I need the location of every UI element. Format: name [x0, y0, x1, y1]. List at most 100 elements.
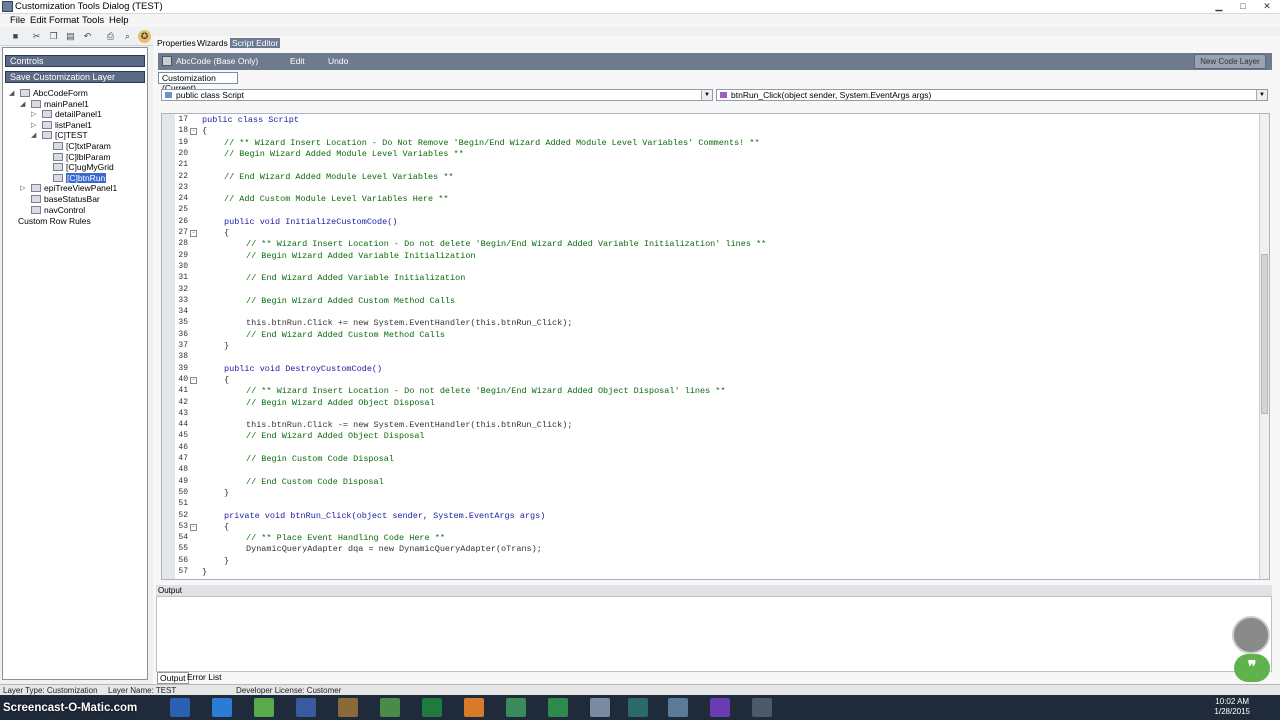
code-line[interactable]: // Begin Wizard Added Object Disposal — [246, 398, 435, 409]
tree-item[interactable]: baseStatusBar — [31, 194, 100, 205]
code-line[interactable]: // ** Wizard Insert Location - Do not de… — [246, 386, 725, 397]
taskbar-app-icon[interactable] — [380, 698, 400, 717]
code-line[interactable]: this.btnRun.Click -= new System.EventHan… — [246, 420, 572, 431]
menu-file[interactable]: File — [10, 15, 25, 26]
collapse-icon[interactable]: - — [190, 128, 197, 136]
taskbar-app-icon[interactable] — [506, 698, 526, 717]
code-line[interactable]: } — [224, 341, 229, 352]
chevron-down-icon[interactable]: ▼ — [1256, 90, 1267, 100]
code-line[interactable]: } — [224, 488, 229, 499]
close-icon[interactable]: ✕ — [1256, 1, 1278, 12]
expand-arrow-icon[interactable]: ▷ — [20, 183, 25, 194]
expand-arrow-icon[interactable]: ◢ — [20, 99, 25, 110]
code-line[interactable]: public void DestroyCustomCode() — [224, 364, 382, 375]
menu-tools[interactable]: Tools — [82, 15, 104, 26]
undo-button[interactable]: Undo — [328, 55, 348, 68]
expand-arrow-icon[interactable]: ▷ — [31, 120, 36, 131]
code-line[interactable]: public class Script — [202, 115, 299, 126]
taskbar-visual-studio-icon[interactable] — [710, 698, 730, 717]
panel-subheader[interactable]: Save Customization Layer — [5, 71, 145, 83]
tab-error-list[interactable]: Error List — [187, 672, 221, 682]
tree-item[interactable]: ◢ mainPanel1 — [20, 99, 89, 110]
code-line[interactable]: // End Wizard Added Custom Method Calls — [246, 330, 445, 341]
cut-icon[interactable]: ✂ — [30, 30, 43, 43]
tab-wizards[interactable]: Wizards — [197, 38, 228, 48]
tree-item-custom-row-rules[interactable]: Custom Row Rules — [18, 216, 91, 227]
taskbar-app-icon[interactable] — [548, 698, 568, 717]
customization-current-tab[interactable]: Customization (Current) — [158, 72, 238, 93]
minimize-icon[interactable]: ▁ — [1208, 1, 1230, 12]
code-line[interactable]: // Begin Custom Code Disposal — [246, 454, 394, 465]
tab-script-editor[interactable]: Script Editor — [230, 38, 281, 48]
tree-item[interactable]: navControl — [31, 205, 85, 216]
preview-icon[interactable]: ⌕ — [121, 30, 134, 43]
tree-item[interactable]: [C]txtParam — [53, 141, 111, 152]
tree-item[interactable]: ▷ listPanel1 — [31, 120, 92, 131]
taskbar-app-icon[interactable] — [590, 698, 610, 717]
taskbar-outlook-icon[interactable] — [212, 698, 232, 717]
code-line[interactable]: // ** Wizard Insert Location - Do Not Re… — [224, 138, 760, 149]
maximize-icon[interactable]: □ — [1232, 1, 1254, 12]
edit-button[interactable]: Edit — [290, 55, 305, 68]
taskbar-app-icon[interactable] — [668, 698, 688, 717]
code-line[interactable]: } — [202, 567, 207, 578]
tab-output[interactable]: Output — [157, 672, 189, 684]
tree-item[interactable]: ◢ [C]TEST — [31, 130, 88, 141]
member-selector[interactable]: btnRun_Click(object sender, System.Event… — [716, 89, 1268, 101]
tab-properties[interactable]: Properties — [157, 38, 196, 48]
vertical-scrollbar[interactable] — [1259, 114, 1269, 579]
expand-arrow-icon[interactable]: ◢ — [9, 88, 14, 99]
taskbar-app-icon[interactable] — [254, 698, 274, 717]
code-line[interactable]: // Begin Wizard Added Variable Initializ… — [246, 251, 476, 262]
expand-arrow-icon[interactable]: ◢ — [31, 130, 36, 141]
quote-icon[interactable]: ❞ — [1234, 654, 1270, 682]
tree-item[interactable]: [C]ugMyGrid — [53, 162, 114, 173]
code-line[interactable]: // End Wizard Added Object Disposal — [246, 431, 425, 442]
code-line[interactable]: DynamicQueryAdapter dqa = new DynamicQue… — [246, 544, 542, 555]
taskbar-app-icon[interactable] — [338, 698, 358, 717]
taskbar-firefox-icon[interactable] — [464, 698, 484, 717]
new-code-layer-button[interactable]: New Code Layer — [1194, 54, 1266, 69]
code-line[interactable]: // End Wizard Added Variable Initializat… — [246, 273, 465, 284]
menu-help[interactable]: Help — [109, 15, 129, 26]
collapse-icon[interactable]: - — [190, 230, 197, 237]
taskbar-app-icon[interactable] — [296, 698, 316, 717]
code-line[interactable]: private void btnRun_Click(object sender,… — [224, 511, 545, 522]
code-line[interactable]: // Add Custom Module Level Variables Her… — [224, 194, 448, 205]
tools-icon[interactable]: ✪ — [138, 30, 151, 43]
code-line[interactable]: } — [224, 556, 229, 567]
code-line[interactable]: // End Wizard Added Module Level Variabl… — [224, 172, 454, 183]
print-icon[interactable]: ⎙ — [104, 30, 117, 43]
tree-item[interactable]: ▷ epiTreeViewPanel1 — [20, 183, 117, 194]
code-line[interactable]: public void InitializeCustomCode() — [224, 217, 397, 228]
code-line[interactable]: // Begin Wizard Added Module Level Varia… — [224, 149, 464, 160]
scrollbar-thumb[interactable] — [1261, 254, 1268, 414]
code-line[interactable]: this.btnRun.Click += new System.EventHan… — [246, 318, 572, 329]
code-line[interactable]: { — [224, 228, 229, 239]
expand-arrow-icon[interactable]: ▷ — [31, 109, 36, 120]
save-icon[interactable]: ■ — [9, 30, 22, 43]
tree-item[interactable]: ◢ AbcCodeForm — [9, 88, 88, 99]
base-only-button[interactable]: AbcCode (Base Only) — [162, 55, 258, 68]
class-selector[interactable]: public class Script ▼ — [161, 89, 713, 101]
output-pane[interactable] — [156, 596, 1272, 672]
taskbar-excel-icon[interactable] — [422, 698, 442, 717]
undo-icon[interactable]: ↶ — [81, 30, 94, 43]
code-line[interactable]: // Begin Wizard Added Custom Method Call… — [246, 296, 455, 307]
code-line[interactable]: { — [202, 126, 207, 137]
tree-item[interactable]: [C]btnRun — [53, 172, 107, 184]
taskbar-folder-icon[interactable] — [170, 698, 190, 717]
chevron-down-icon[interactable]: ▼ — [701, 90, 712, 100]
collapse-icon[interactable]: - — [190, 376, 197, 384]
taskbar-app-icon[interactable] — [628, 698, 648, 717]
code-line[interactable]: { — [224, 522, 229, 533]
code-editor[interactable]: 17 public class Script 18-{19// ** Wizard … — [161, 113, 1270, 580]
tree-item[interactable]: [C]lblParam — [53, 152, 110, 163]
checkbox-icon[interactable] — [162, 56, 172, 66]
code-line[interactable]: // ** Wizard Insert Location - Do not de… — [246, 239, 766, 250]
paste-icon[interactable]: ▤ — [64, 30, 77, 43]
menu-format[interactable]: Format — [49, 15, 79, 26]
tree-item[interactable]: ▷ detailPanel1 — [31, 109, 102, 120]
code-line[interactable]: { — [224, 375, 229, 386]
code-line[interactable]: // ** Place Event Handling Code Here ** — [246, 533, 445, 544]
